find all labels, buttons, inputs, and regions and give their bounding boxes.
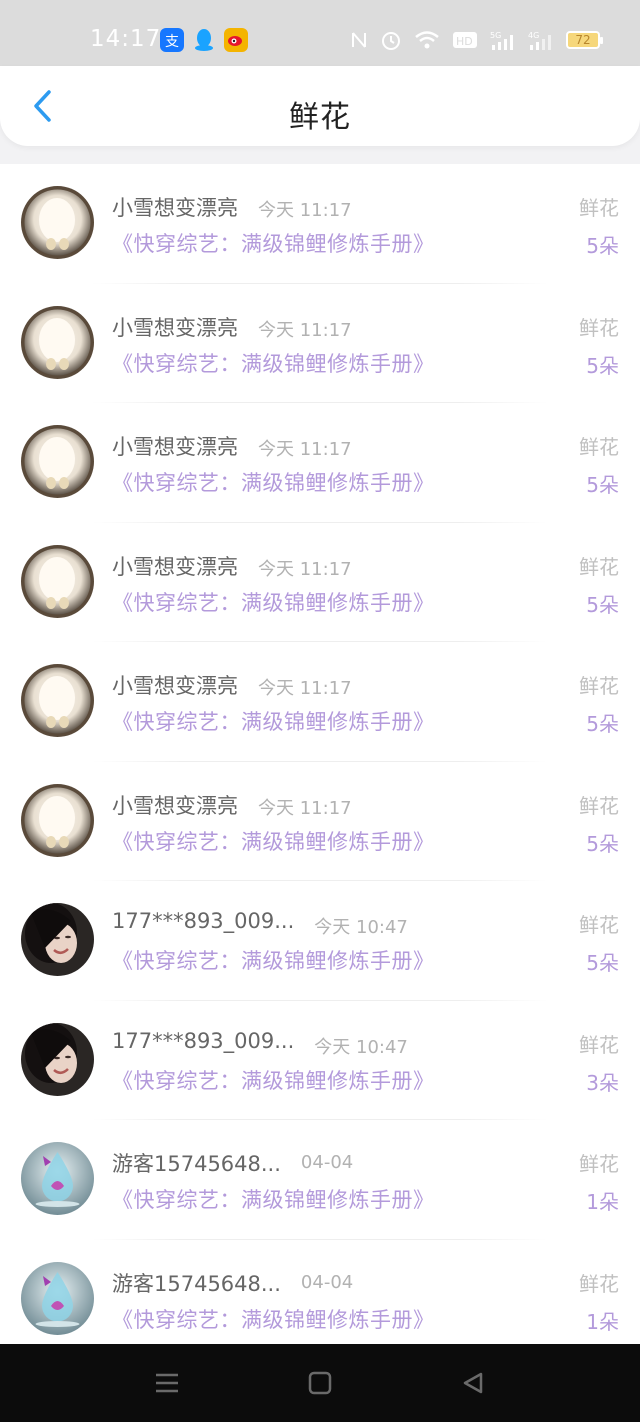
avatar[interactable] xyxy=(21,305,94,379)
send-time: 04-04 xyxy=(300,1271,354,1293)
book-title-link[interactable]: 《快穿综艺：满级锦鲤修炼手册》 xyxy=(112,587,435,617)
gift-count: 5朵 xyxy=(586,831,619,856)
list-item[interactable]: 小雪想变漂亮 今天 11:17 《快穿综艺：满级锦鲤修炼手册》 鲜花 5朵 xyxy=(0,403,640,523)
book-title-link[interactable]: 《快穿综艺：满级锦鲤修炼手册》 xyxy=(112,348,435,378)
book-title-link[interactable]: 《快穿综艺：满级锦鲤修炼手册》 xyxy=(112,826,435,856)
sender-name: 小雪想变漂亮 xyxy=(112,315,238,340)
gift-count: 1朵 xyxy=(586,1309,619,1334)
gift-count: 3朵 xyxy=(586,1070,619,1095)
avatar[interactable] xyxy=(21,903,94,976)
page-title: 鲜花 xyxy=(289,100,351,135)
gift-count: 1朵 xyxy=(586,1190,619,1214)
book-title-link[interactable]: 《快穿综艺：满级锦鲤修炼手册》 xyxy=(112,228,435,258)
avatar[interactable] xyxy=(21,783,94,857)
avatar[interactable] xyxy=(21,1142,94,1215)
gift-type: 鲜花 xyxy=(579,315,619,340)
sender-name: 小雪想变漂亮 xyxy=(112,793,238,818)
book-title-link[interactable]: 《快穿综艺：满级锦鲤修炼手册》 xyxy=(112,1065,435,1095)
system-navigation-bar xyxy=(0,1344,640,1422)
avatar[interactable] xyxy=(21,1261,94,1335)
home-square-icon[interactable] xyxy=(303,1366,337,1400)
battery-indicator: 72 xyxy=(566,31,603,49)
qq-icon xyxy=(192,28,216,52)
gift-type: 鲜花 xyxy=(579,793,619,818)
gift-type: 鲜花 xyxy=(579,554,619,579)
sender-name: 177***893_009... xyxy=(112,1028,295,1053)
sender-name: 游客15745648... xyxy=(112,1271,281,1296)
signal-5g-icon: 5G xyxy=(490,28,516,52)
gift-type: 鲜花 xyxy=(579,1032,619,1057)
book-title-link[interactable]: 《快穿综艺：满级锦鲤修炼手册》 xyxy=(112,1184,435,1214)
svg-text:HD: HD xyxy=(456,35,473,48)
list-item[interactable]: 小雪想变漂亮 今天 11:17 《快穿综艺：满级锦鲤修炼手册》 鲜花 5朵 xyxy=(0,284,640,403)
sender-name: 177***893_009... xyxy=(112,909,295,933)
wifi-icon xyxy=(414,28,440,52)
hd-icon: HD xyxy=(452,28,478,52)
list-item[interactable]: 小雪想变漂亮 今天 11:17 《快穿综艺：满级锦鲤修炼手册》 鲜花 5朵 xyxy=(0,523,640,642)
gift-count: 5朵 xyxy=(586,712,619,736)
list-item[interactable]: 游客15745648... 04-04 《快穿综艺：满级锦鲤修炼手册》 鲜花 1朵 xyxy=(0,1240,640,1345)
system-icons: HD 5G 4G 72 xyxy=(350,28,603,52)
gift-type: 鲜花 xyxy=(579,196,619,220)
sender-name: 小雪想变漂亮 xyxy=(112,674,238,698)
back-triangle-icon[interactable] xyxy=(456,1366,490,1400)
send-time: 今天 11:17 xyxy=(258,439,352,460)
svg-text:支: 支 xyxy=(165,34,179,49)
gift-count: 5朵 xyxy=(586,951,619,975)
sender-name: 小雪想变漂亮 xyxy=(112,435,238,459)
gift-count: 5朵 xyxy=(586,592,619,617)
gift-type: 鲜花 xyxy=(579,1271,619,1296)
list-item[interactable]: 游客15745648... 04-04 《快穿综艺：满级锦鲤修炼手册》 鲜花 1朵 xyxy=(0,1120,640,1240)
book-title-link[interactable]: 《快穿综艺：满级锦鲤修炼手册》 xyxy=(112,706,435,736)
alarm-icon xyxy=(380,28,402,52)
weibo-icon xyxy=(224,28,248,52)
book-title-link[interactable]: 《快穿综艺：满级锦鲤修炼手册》 xyxy=(112,467,435,497)
menu-icon[interactable] xyxy=(150,1366,184,1400)
book-title-link[interactable]: 《快穿综艺：满级锦鲤修炼手册》 xyxy=(112,945,435,975)
status-time: 14:17 xyxy=(90,26,162,52)
signal-4g-icon: 4G xyxy=(528,28,554,52)
svg-text:4G: 4G xyxy=(528,31,539,40)
list-item[interactable]: 小雪想变漂亮 今天 11:17 《快穿综艺：满级锦鲤修炼手册》 鲜花 5朵 xyxy=(0,164,640,284)
send-time: 今天 11:17 xyxy=(258,558,352,580)
sender-name: 游客15745648... xyxy=(112,1152,281,1176)
gift-count: 5朵 xyxy=(586,353,619,378)
list-item[interactable]: 177***893_009... 今天 10:47 《快穿综艺：满级锦鲤修炼手册》 鲜… xyxy=(0,1001,640,1120)
send-time: 今天 11:17 xyxy=(258,678,352,699)
gift-type: 鲜花 xyxy=(579,674,619,698)
sender-name: 小雪想变漂亮 xyxy=(112,196,238,220)
gift-count: 5朵 xyxy=(586,473,619,497)
send-time: 今天 10:47 xyxy=(314,917,408,938)
avatar[interactable] xyxy=(21,1022,94,1096)
gift-type: 鲜花 xyxy=(579,1152,619,1176)
sender-name: 小雪想变漂亮 xyxy=(112,554,238,579)
send-time: 今天 11:17 xyxy=(258,319,352,341)
list-item[interactable]: 小雪想变漂亮 今天 11:17 《快穿综艺：满级锦鲤修炼手册》 鲜花 5朵 xyxy=(0,762,640,881)
alipay-icon: 支 xyxy=(160,28,184,52)
flower-gift-list: 小雪想变漂亮 今天 11:17 《快穿综艺：满级锦鲤修炼手册》 鲜花 5朵 小雪想变漂亮今… xyxy=(0,164,640,1344)
notification-icons: 支 xyxy=(160,28,248,52)
nfc-icon xyxy=(350,28,368,52)
avatar[interactable] xyxy=(21,425,94,498)
gift-type: 鲜花 xyxy=(579,913,619,937)
send-time: 今天 10:47 xyxy=(314,1036,408,1058)
list-item[interactable]: 177***893_009... 今天 10:47 《快穿综艺：满级锦鲤修炼手册》 鲜… xyxy=(0,881,640,1001)
list-item[interactable]: 小雪想变漂亮 今天 11:17 《快穿综艺：满级锦鲤修炼手册》 鲜花 5朵 xyxy=(0,642,640,762)
header-bar: 鲜花 xyxy=(0,66,640,146)
svg-text:5G: 5G xyxy=(490,31,501,40)
book-title-link[interactable]: 《快穿综艺：满级锦鲤修炼手册》 xyxy=(112,1304,435,1334)
avatar[interactable] xyxy=(21,664,94,737)
gift-type: 鲜花 xyxy=(579,435,619,459)
gift-count: 5朵 xyxy=(586,234,619,258)
avatar[interactable] xyxy=(21,544,94,618)
send-time: 今天 11:17 xyxy=(258,797,352,819)
send-time: 今天 11:17 xyxy=(258,200,352,221)
avatar[interactable] xyxy=(21,186,94,259)
send-time: 04-04 xyxy=(300,1152,354,1173)
